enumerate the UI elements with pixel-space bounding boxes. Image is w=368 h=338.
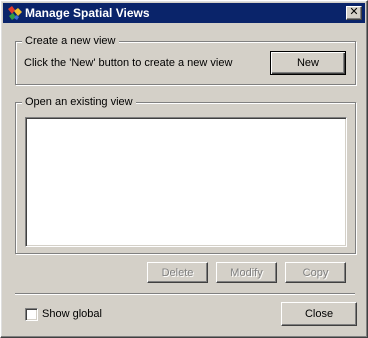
create-view-legend: Create a new view	[22, 35, 119, 48]
delete-button[interactable]: Delete	[147, 262, 208, 283]
copy-button[interactable]: Copy	[285, 262, 346, 283]
checkbox-icon[interactable]	[25, 308, 38, 321]
open-view-group: Open an existing view	[15, 96, 356, 254]
new-view-button[interactable]: New	[270, 51, 346, 75]
app-icon	[7, 6, 23, 20]
create-view-group: Create a new view Click the 'New' button…	[15, 35, 356, 85]
views-listbox[interactable]	[25, 117, 347, 247]
modify-button[interactable]: Modify	[216, 262, 277, 283]
close-button[interactable]: Close	[281, 302, 357, 326]
create-view-instruction: Click the 'New' button to create a new v…	[24, 57, 233, 69]
footer-separator	[15, 293, 355, 295]
close-icon[interactable]: ✕	[346, 6, 362, 20]
open-view-legend: Open an existing view	[22, 96, 136, 109]
show-global-label[interactable]: Show global	[42, 308, 102, 321]
title-bar[interactable]: Manage Spatial Views ✕	[3, 3, 365, 23]
manage-spatial-views-dialog: Manage Spatial Views ✕ Create a new view…	[0, 0, 368, 338]
window-title: Manage Spatial Views	[25, 6, 150, 20]
